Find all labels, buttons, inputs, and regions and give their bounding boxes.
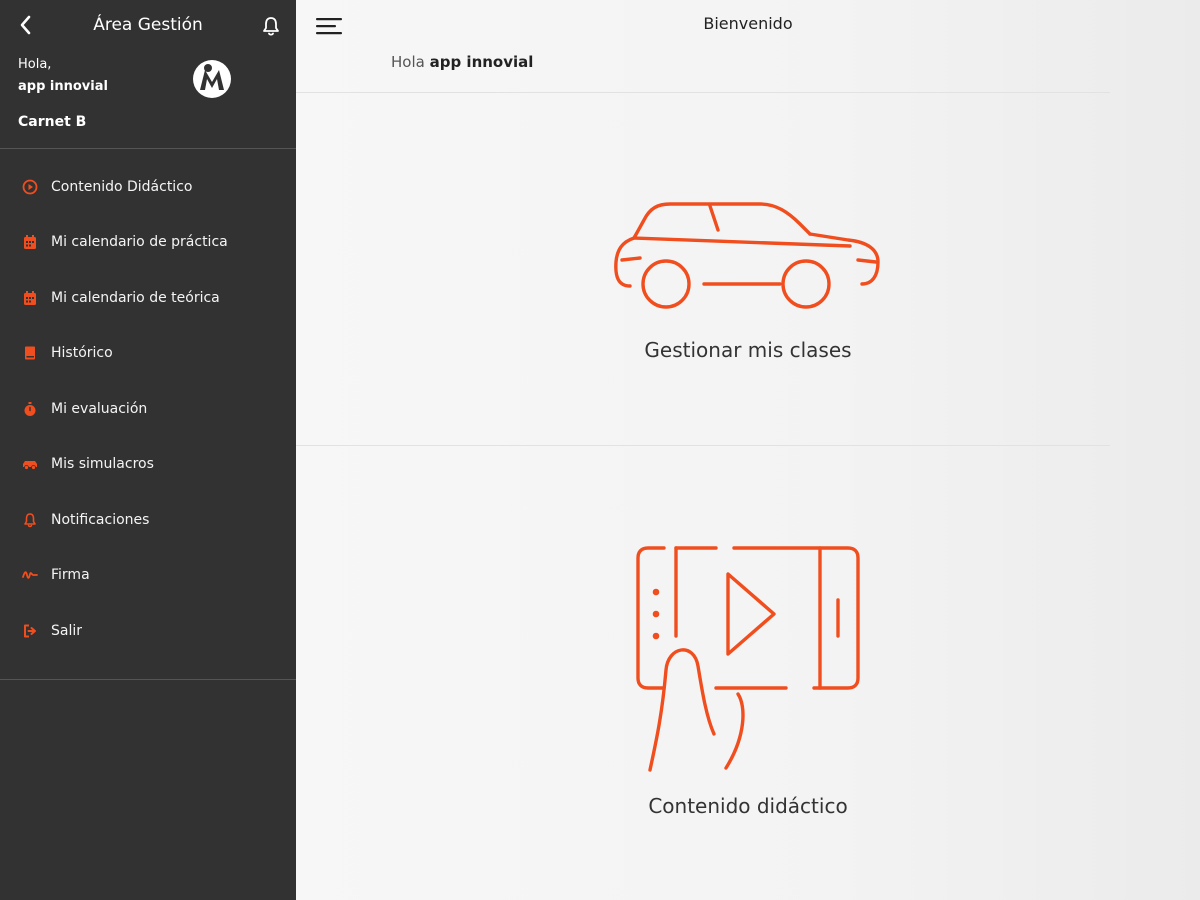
play-circle-icon bbox=[22, 179, 38, 195]
sidebar-item-label: Notificaciones bbox=[51, 511, 150, 528]
cards-divider bbox=[296, 445, 1110, 446]
sidebar-header: Área Gestión bbox=[0, 0, 296, 52]
card-label: Gestionar mis clases bbox=[644, 338, 852, 362]
page-title: Bienvenido bbox=[703, 14, 793, 33]
sidebar-bottom-divider bbox=[0, 678, 296, 680]
license-type: Carnet B bbox=[18, 114, 87, 130]
bell-icon[interactable] bbox=[260, 15, 282, 37]
sidebar-item-calendario-practica[interactable]: Mi calendario de práctica bbox=[0, 215, 296, 271]
sidebar-item-salir[interactable]: Salir bbox=[0, 603, 296, 659]
sidebar-item-notificaciones[interactable]: Notificaciones bbox=[0, 492, 296, 548]
sidebar-item-label: Firma bbox=[51, 567, 90, 584]
sidebar-item-calendario-teorica[interactable]: Mi calendario de teórica bbox=[0, 270, 296, 326]
main-content: Bienvenido Hola app innovial Gestionar m… bbox=[296, 0, 1200, 900]
tablet-video-icon bbox=[636, 546, 860, 772]
car-outline-icon bbox=[614, 202, 880, 309]
sidebar-item-label: Histórico bbox=[51, 345, 113, 362]
book-icon bbox=[25, 346, 35, 360]
logout-icon bbox=[24, 624, 36, 638]
bell-icon bbox=[24, 512, 36, 527]
sidebar-item-label: Contenido Didáctico bbox=[51, 178, 193, 195]
card-label: Contenido didáctico bbox=[648, 794, 848, 818]
header-divider bbox=[296, 92, 1110, 93]
user-greeting: Hola, bbox=[18, 57, 52, 72]
sidebar-item-firma[interactable]: Firma bbox=[0, 548, 296, 604]
school-logo-icon bbox=[193, 60, 231, 98]
sidebar-item-contenido-didactico[interactable]: Contenido Didáctico bbox=[0, 159, 296, 215]
sidebar-item-label: Mis simulacros bbox=[51, 456, 154, 473]
manage-classes-card[interactable]: Gestionar mis clases bbox=[296, 180, 1200, 380]
car-icon bbox=[23, 461, 37, 471]
sidebar-item-evaluacion[interactable]: Mi evaluación bbox=[0, 381, 296, 437]
sidebar-item-historico[interactable]: Histórico bbox=[0, 326, 296, 382]
didactic-content-card[interactable]: Contenido didáctico bbox=[296, 540, 1200, 830]
greeting-user-name: app innovial bbox=[429, 53, 534, 71]
welcome-greeting: Hola app innovial bbox=[391, 53, 533, 71]
calendar-icon bbox=[24, 290, 36, 305]
sidebar-item-simulacros[interactable]: Mis simulacros bbox=[0, 437, 296, 493]
sidebar-item-label: Mi calendario de práctica bbox=[51, 234, 228, 251]
user-name: app innovial bbox=[18, 79, 108, 94]
sidebar: Área Gestión Hola, app innovial Carnet B… bbox=[0, 0, 296, 900]
sidebar-item-label: Mi evaluación bbox=[51, 400, 148, 417]
calendar-icon bbox=[24, 235, 36, 250]
sidebar-item-label: Salir bbox=[51, 622, 83, 639]
user-info: Hola, app innovial Carnet B bbox=[0, 52, 296, 148]
stopwatch-icon bbox=[24, 401, 36, 416]
sidebar-title: Área Gestión bbox=[93, 15, 203, 35]
signature-icon bbox=[22, 571, 38, 580]
sidebar-menu: Contenido Didáctico Mi calendario de prá… bbox=[0, 149, 296, 679]
greeting-prefix: Hola bbox=[391, 53, 425, 71]
sidebar-item-label: Mi calendario de teórica bbox=[51, 289, 220, 306]
